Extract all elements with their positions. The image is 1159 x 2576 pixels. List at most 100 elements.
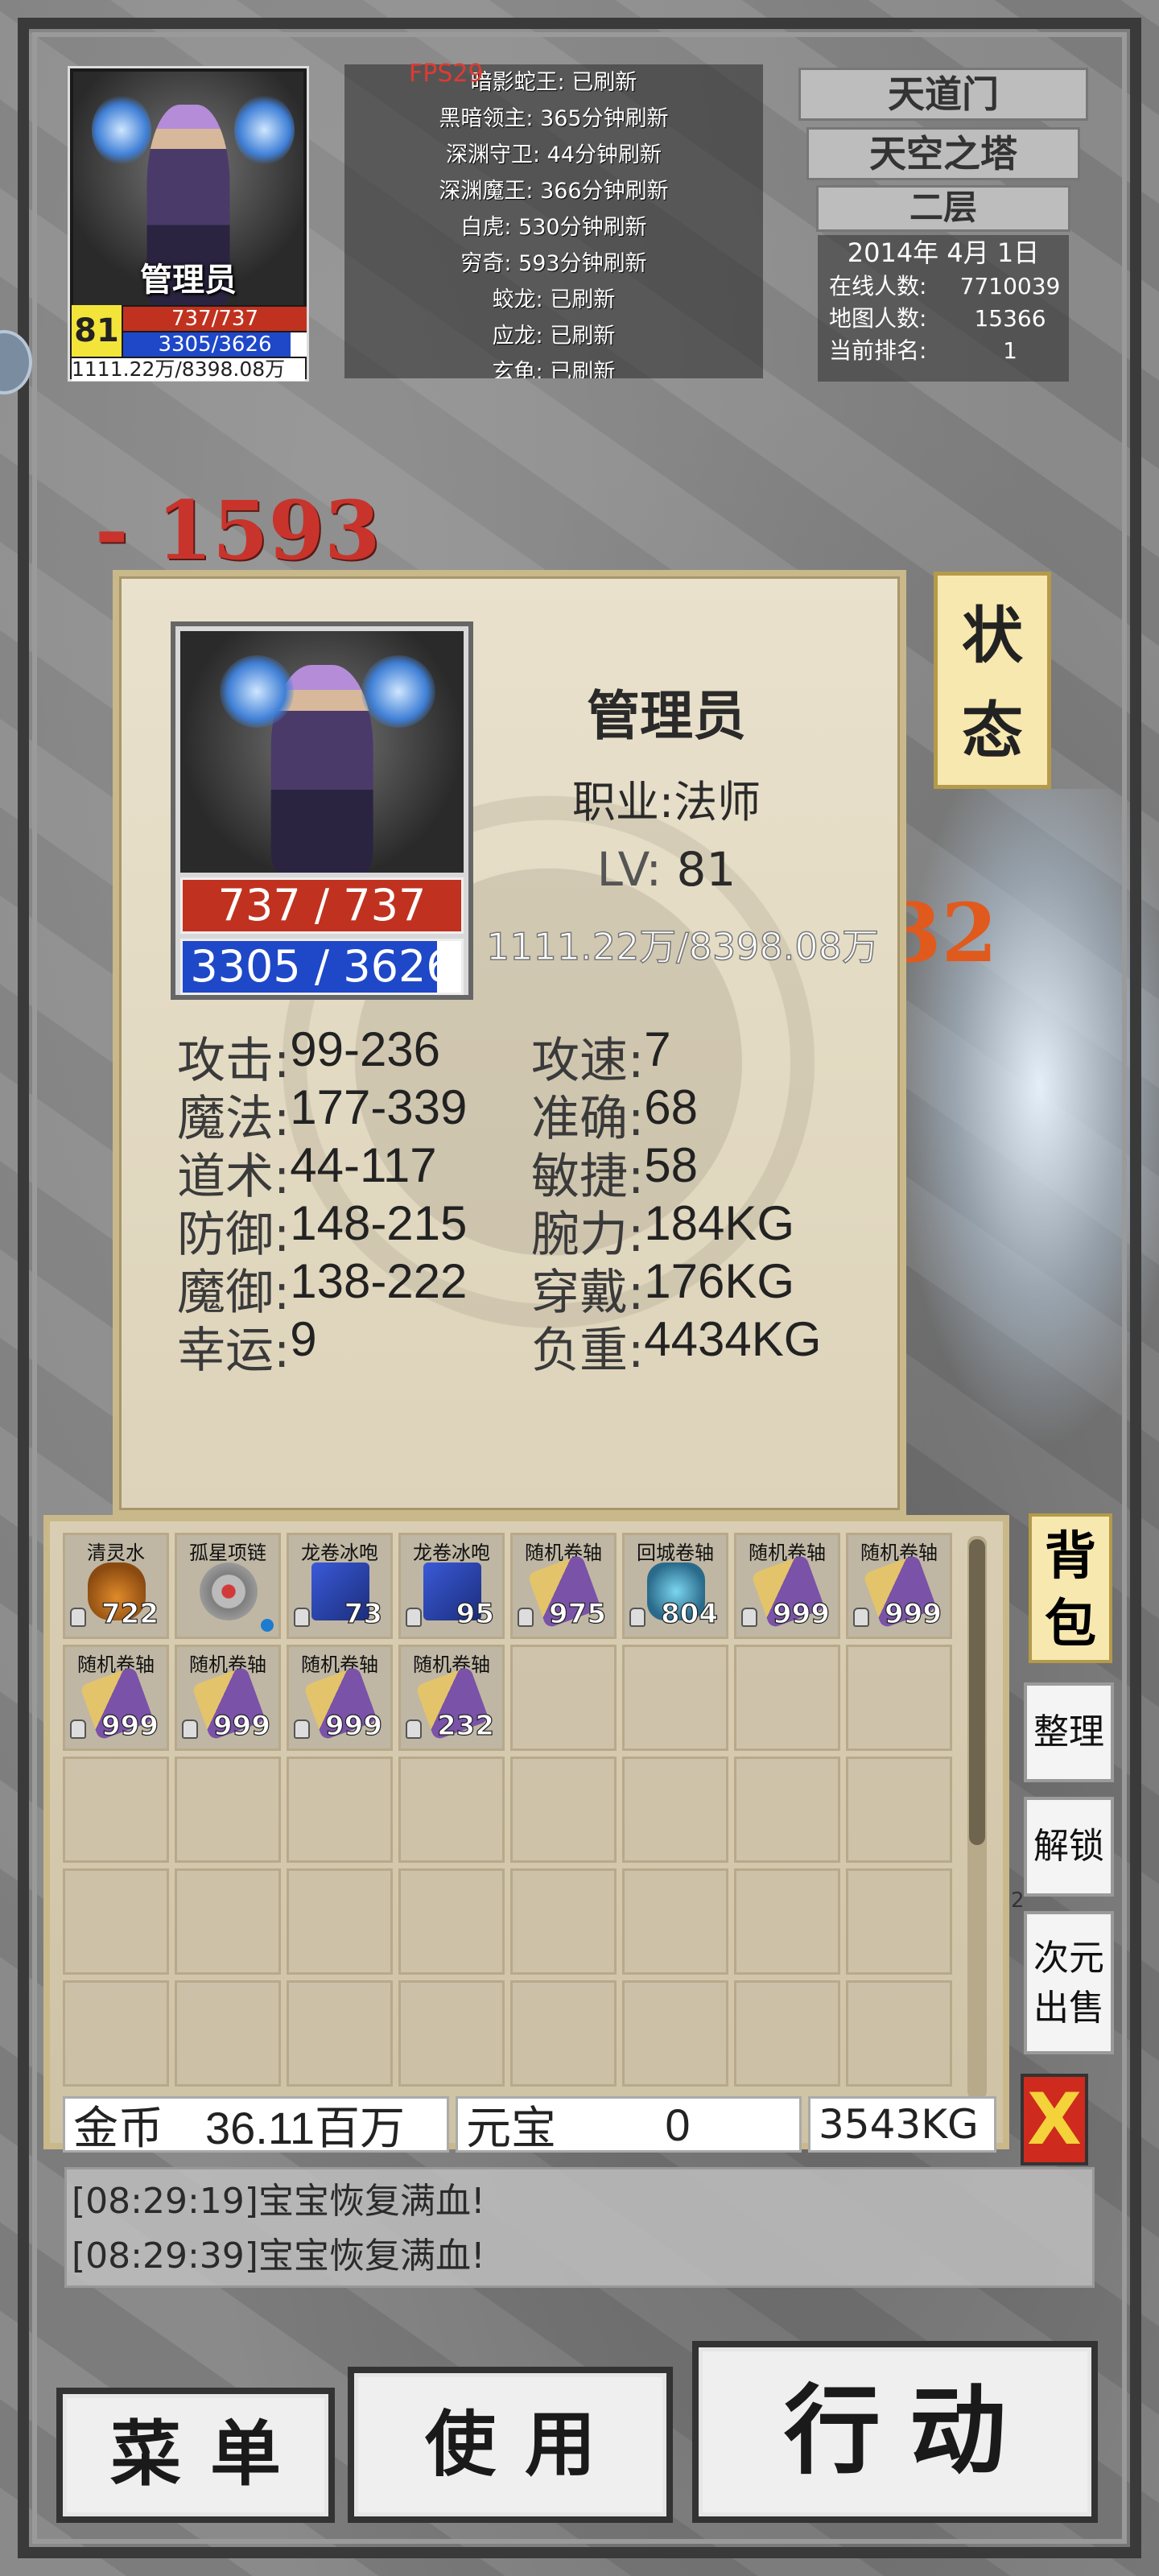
inventory-slot[interactable] [846,1980,952,2087]
item-name: 龙卷冰咆 [301,1542,378,1564]
inventory-slot[interactable] [846,1645,952,1751]
boss-timer-row: 白虎: 530分钟刷新 [460,215,647,240]
status-job: 职业:法师 [571,777,761,828]
rank-label: 当前排名: [829,337,927,364]
map-name[interactable]: 天空之塔 [806,127,1080,180]
level-label: LV: [596,842,662,897]
player-hud[interactable]: 管理员 81 737/737 3305/3626 1111.22万/8398.0… [68,66,309,382]
status-mp-bar: 3305 / 3626 [180,939,464,995]
inventory-slot[interactable]: 随机卷轴 999 [734,1533,840,1639]
floor-label[interactable]: 二层 [816,185,1070,232]
inventory-slot[interactable] [398,1980,505,2087]
inventory-slot[interactable]: 龙卷冰咆 95 [398,1533,505,1639]
item-name: 孤星项链 [189,1542,266,1564]
sect-label[interactable]: 天道门 [798,68,1088,121]
lock-icon [853,1608,869,1627]
item-name: 龙卷冰咆 [413,1542,490,1564]
close-button[interactable]: X [1021,2074,1088,2165]
inventory-slot[interactable] [398,1868,505,1975]
exp-text: 1111.22万/8398.08万 [72,358,305,381]
rank-value: 1 [1003,337,1017,364]
online-count-row: 在线人数: 7710039 [818,270,1069,303]
bag-tab-char-1: 背 [1045,1527,1096,1587]
inventory-slot[interactable] [734,1980,840,2087]
message-log: [08:29:19]宝宝恢复满血! [08:29:39]宝宝恢复满血! [64,2167,1095,2288]
inventory-slot[interactable] [175,1868,281,1975]
stat-value: 9 [290,1311,317,1366]
status-hp-bar: 737 / 737 [180,877,464,934]
inventory-scroll-thumb[interactable] [969,1539,985,1845]
inventory-scrollbar[interactable] [967,1536,987,2099]
inventory-slot[interactable]: 随机卷轴 999 [846,1533,952,1639]
inventory-slot[interactable]: 随机卷轴 975 [510,1533,617,1639]
yuanbao-display: 元宝 0 [456,2096,802,2155]
inventory-slot[interactable]: 随机卷轴 232 [398,1645,505,1751]
unlock-button[interactable]: 解锁 [1024,1797,1114,1897]
inventory-slot[interactable]: 孤星项链 [175,1533,281,1639]
menu-button[interactable]: 菜单 [56,2388,335,2523]
stats-table: 攻击: 99-236 攻速: 7 魔法: 177-339 准确: 68 道术: 44-11… [177,1022,885,1379]
inventory-slot[interactable] [63,1868,169,1975]
inventory-slot[interactable] [510,1645,617,1751]
inventory-slot[interactable] [622,1645,728,1751]
item-count: 95 [456,1597,495,1630]
lock-icon [182,1719,198,1739]
inventory-slot[interactable] [510,1757,617,1863]
inventory-slot[interactable]: 随机卷轴 999 [63,1645,169,1751]
inventory-slot[interactable] [734,1868,840,1975]
inventory-slot[interactable] [398,1757,505,1863]
sell-label-line-1: 次元 [1033,1938,1104,1979]
dimension-sell-button[interactable]: 次元 出售 [1024,1911,1114,2054]
inventory-slot[interactable]: 随机卷轴 999 [175,1645,281,1751]
use-button[interactable]: 使用 [348,2367,673,2523]
inventory-slot[interactable]: 回城卷轴 804 [622,1533,728,1639]
magic-orb-left [91,95,152,165]
magic-orb-right [361,655,435,728]
lock-icon [629,1608,645,1627]
item-count: 232 [436,1709,494,1742]
inventory-slot[interactable] [287,1757,393,1863]
stat-value: 4434KG [644,1311,822,1366]
inventory-slot[interactable] [622,1757,728,1863]
inventory-slot[interactable] [734,1757,840,1863]
status-level: LV: 81 [522,842,811,897]
inventory-slot[interactable]: 龙卷冰咆 73 [287,1533,393,1639]
lock-icon [406,1608,422,1627]
inventory-slot[interactable] [175,1980,281,2087]
status-tab-char-2: 态 [962,695,1023,766]
inventory-slot[interactable] [622,1980,728,2087]
item-count: 999 [212,1709,270,1742]
inventory-slot[interactable] [287,1868,393,1975]
lock-icon [70,1608,86,1627]
magic-orb-left [220,655,294,728]
item-count: 999 [884,1597,942,1630]
inventory-panel: 清灵水 722 孤星项链 龙卷冰咆 73 龙卷冰咆 95 随机卷轴 975 回城卷轴 804 随机卷轴… [43,1515,1009,2155]
sell-label-line-2: 出售 [1033,1988,1104,2029]
stat-row: 魔法: 177-339 准确: 68 [177,1080,885,1147]
inventory-slot[interactable] [175,1757,281,1863]
bag-tab[interactable]: 背 包 [1029,1513,1112,1663]
character-status-panel: 737 / 737 3305 / 3626 管理员 职业:法师 LV: 81 1… [113,570,906,1517]
game-date: 2014年 4月 1日 [847,237,1040,268]
inventory-slot[interactable] [510,1980,617,2087]
mp-bar: 3305/3626 [123,332,307,357]
inventory-slot[interactable] [63,1757,169,1863]
stat-label: 幸运: [177,1322,291,1379]
inventory-slot[interactable] [846,1868,952,1975]
inventory-slot[interactable] [510,1868,617,1975]
inventory-slot[interactable]: 清灵水 722 [63,1533,169,1639]
inventory-slot[interactable] [287,1980,393,2087]
action-button[interactable]: 行动 [692,2341,1098,2523]
item-count: 999 [324,1709,382,1742]
item-name: 清灵水 [87,1542,145,1564]
sort-button[interactable]: 整理 [1024,1682,1114,1782]
inventory-slot[interactable]: 随机卷轴 999 [287,1645,393,1751]
online-count-label: 在线人数: [829,273,927,299]
status-tab[interactable]: 状 态 [934,572,1051,789]
inventory-slot[interactable] [622,1868,728,1975]
inventory-slot[interactable] [63,1980,169,2087]
lock-icon [518,1608,534,1627]
item-count: 722 [101,1597,159,1630]
inventory-slot[interactable] [734,1645,840,1751]
inventory-slot[interactable] [846,1757,952,1863]
